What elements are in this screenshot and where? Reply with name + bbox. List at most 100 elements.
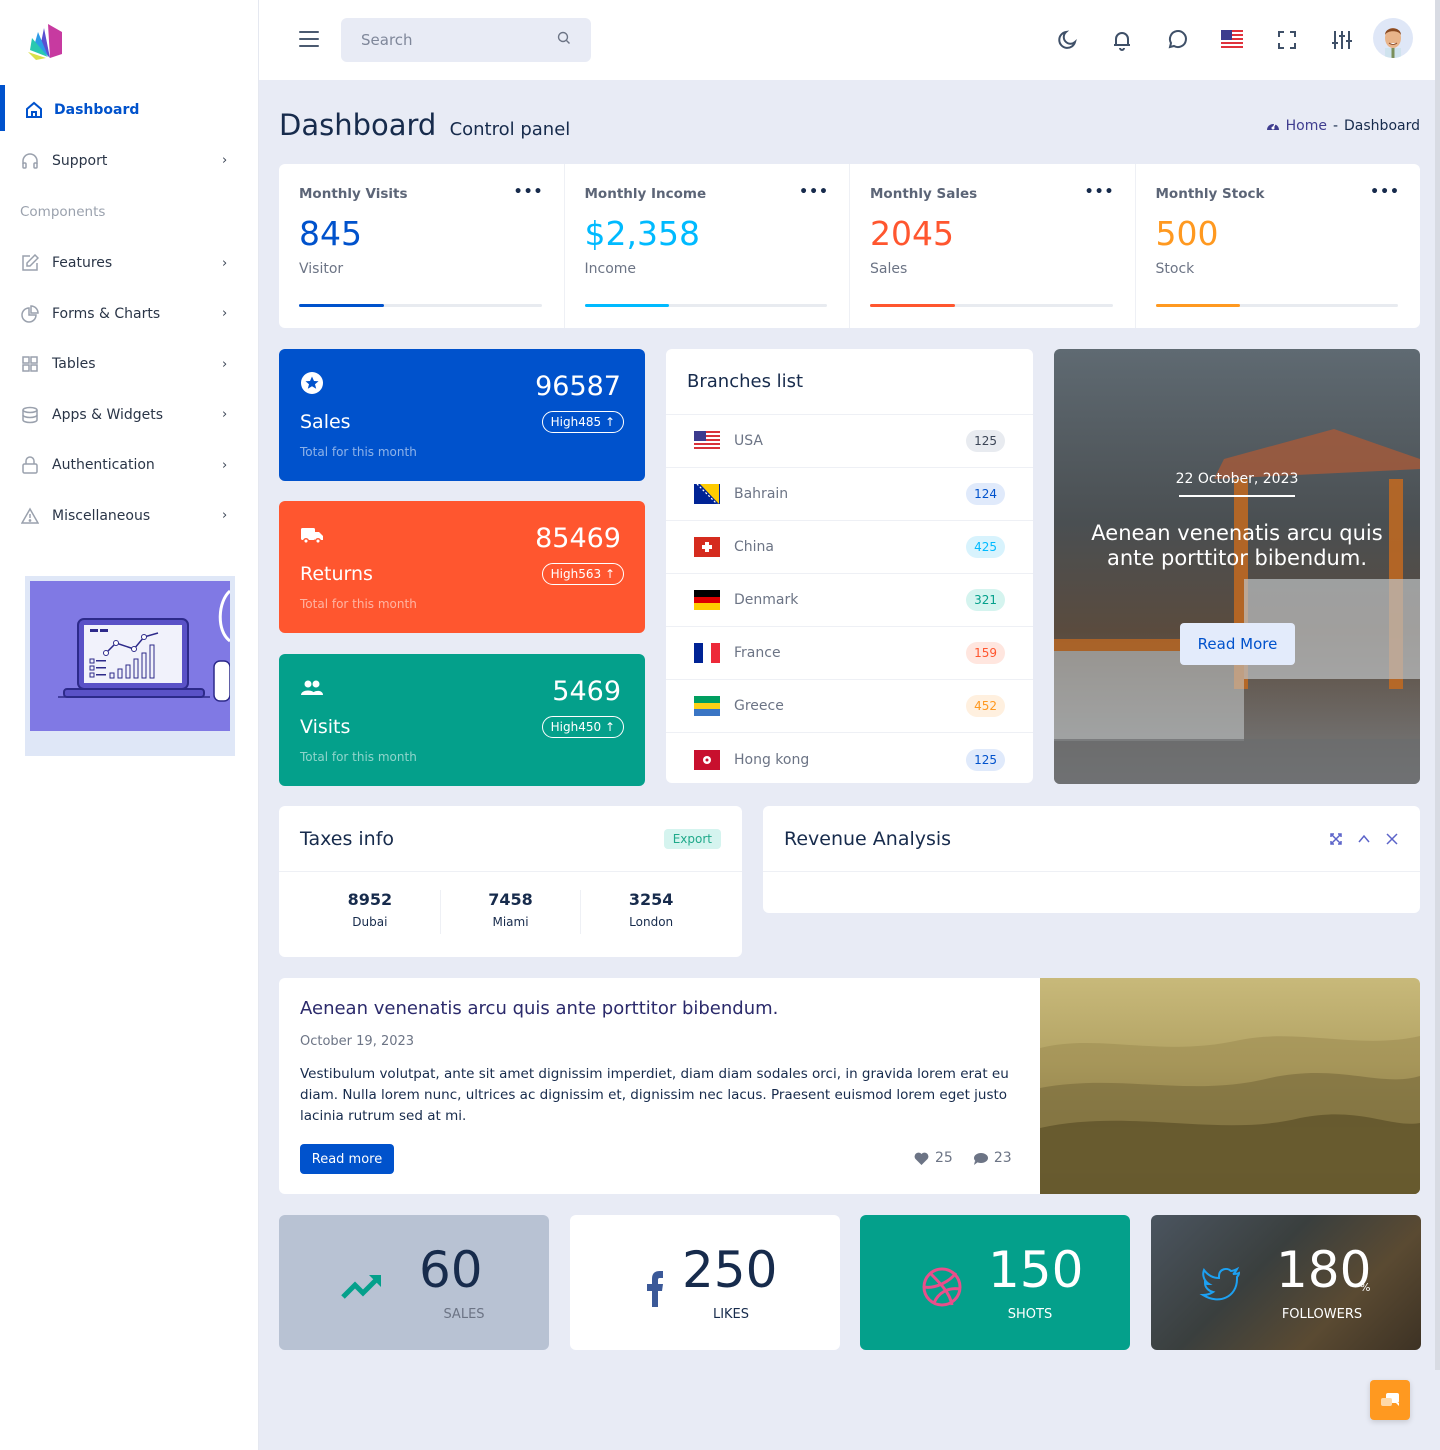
breadcrumb-current: Dashboard [1344,118,1420,134]
search-icon[interactable] [557,31,571,45]
stat-value: 2045 [870,214,954,253]
page-subtitle: Control panel [449,119,571,140]
progress-fill [584,304,670,307]
sidebar-item-tables[interactable]: Tables › [0,339,259,390]
more-options-icon[interactable]: ••• [799,184,829,200]
likes-stat-card: 250 LIKES [570,1215,840,1350]
branch-name: Bahrain [734,486,789,502]
heart-icon [914,1152,929,1165]
logo-icon[interactable] [26,22,66,62]
branch-count-badge: 125 [966,748,1005,771]
stat-monthly-income: Monthly Income ••• $2,358 Income [565,164,850,328]
revenue-analysis-card: Revenue Analysis [763,806,1420,913]
card-title: Visits [300,716,351,738]
sidebar-item-miscellaneous[interactable]: Miscellaneous › [0,491,259,542]
branch-item[interactable]: Greece 452 [666,680,1033,733]
chevron-right-icon: › [222,457,228,473]
sidebar-item-label: Dashboard [54,102,140,119]
more-options-icon[interactable]: ••• [1370,184,1400,200]
branch-item[interactable]: USA 125 [666,415,1033,468]
stat-number: 60 [419,1241,483,1299]
promo-banner[interactable] [25,576,235,756]
branch-item[interactable]: Bahrain 124 [666,468,1033,521]
branch-item[interactable]: China 425 [666,521,1033,574]
page-title: Dashboard Control panel [279,108,570,142]
close-icon[interactable] [1385,832,1399,846]
sidebar-item-apps-widgets[interactable]: Apps & Widgets › [0,390,259,441]
card-subtitle: Total for this month [300,750,417,764]
tax-city: Dubai [352,915,388,929]
twitter-icon [1199,1266,1241,1301]
branch-item[interactable]: Denmark 321 [666,574,1033,627]
page-scrollbar[interactable] [1435,0,1440,1370]
sidebar-section-heading: Components [20,204,106,220]
sidebar-item-forms-charts[interactable]: Forms & Charts › [0,289,259,340]
breadcrumb-home-link[interactable]: Home [1286,118,1327,134]
card-tools [1329,832,1399,846]
comments[interactable]: 23 [973,1150,1012,1166]
settings-sliders-icon[interactable] [1330,28,1354,52]
stat-sub: Sales [870,261,908,277]
sidebar-item-authentication[interactable]: Authentication › [0,440,259,491]
user-avatar[interactable] [1373,18,1413,58]
greece-flag-icon [694,696,720,716]
search-input[interactable] [341,18,591,62]
blog-content: Aenean venenatis arcu quis ante porttito… [300,998,1020,1127]
sidebar-item-label: Support [52,152,108,169]
sidebar-item-dashboard[interactable]: Dashboard [0,85,259,136]
usa-flag-icon [694,431,720,451]
read-more-button[interactable]: Read More [1180,623,1295,665]
more-options-icon[interactable]: ••• [514,184,544,200]
stat-sub: Stock [1155,261,1195,277]
truck-icon [301,528,323,545]
blog-title[interactable]: Aenean venenatis arcu quis ante porttito… [300,998,1020,1019]
expand-icon[interactable] [1329,832,1343,846]
fullscreen-icon[interactable] [1275,28,1299,52]
chevron-up-icon[interactable] [1357,832,1371,846]
star-circle-icon [301,372,323,394]
stat-value: 845 [299,214,362,253]
sidebar-item-support[interactable]: Support › [0,136,259,187]
divider [1179,495,1295,497]
branch-item[interactable]: France 159 [666,627,1033,680]
stat-value: $2,358 [584,214,700,253]
notification-bell-icon[interactable] [1110,28,1134,52]
chat-fab-button[interactable] [1370,1380,1410,1420]
lock-icon [20,455,40,475]
likes-count: 25 [935,1150,953,1166]
progress-bar [1155,304,1398,307]
branch-name: Greece [734,698,784,714]
edit-icon [20,253,40,273]
top-header [259,0,1440,80]
branch-name: France [734,645,781,661]
tax-city: Miami [492,915,529,929]
breadcrumb-separator: - [1332,118,1339,134]
chevron-right-icon: › [222,356,228,372]
progress-bar [299,304,542,307]
branch-name: USA [734,433,763,449]
export-button[interactable]: Export [663,828,721,849]
us-flag-language-icon[interactable] [1220,28,1244,52]
blog-post-card: Aenean venenatis arcu quis ante porttito… [279,978,1420,1194]
branch-name: China [734,539,774,555]
more-options-icon[interactable]: ••• [1085,184,1115,200]
home-icon [24,100,44,120]
branch-count-badge: 321 [966,589,1005,611]
dark-mode-icon[interactable] [1056,28,1080,52]
stat-number: 150 [988,1241,1084,1299]
branch-count-badge: 425 [966,536,1005,558]
menu-toggle-icon[interactable] [299,31,319,49]
sidebar-item-label: Tables [52,356,96,373]
branch-item[interactable]: Hong kong 125 [666,733,1033,786]
read-more-button[interactable]: Read more [300,1144,394,1174]
chat-icon[interactable] [1165,28,1189,52]
progress-fill [1155,304,1241,307]
likes[interactable]: 25 [914,1150,953,1166]
sidebar-item-features[interactable]: Features › [0,238,259,289]
card-subtitle: Total for this month [300,445,417,459]
tax-value: 3254 [628,890,674,909]
tax-city: London [629,915,674,929]
progress-fill [870,304,955,307]
stat-label: Monthly Visits [299,186,408,202]
stat-number: 180 [1276,1241,1372,1299]
